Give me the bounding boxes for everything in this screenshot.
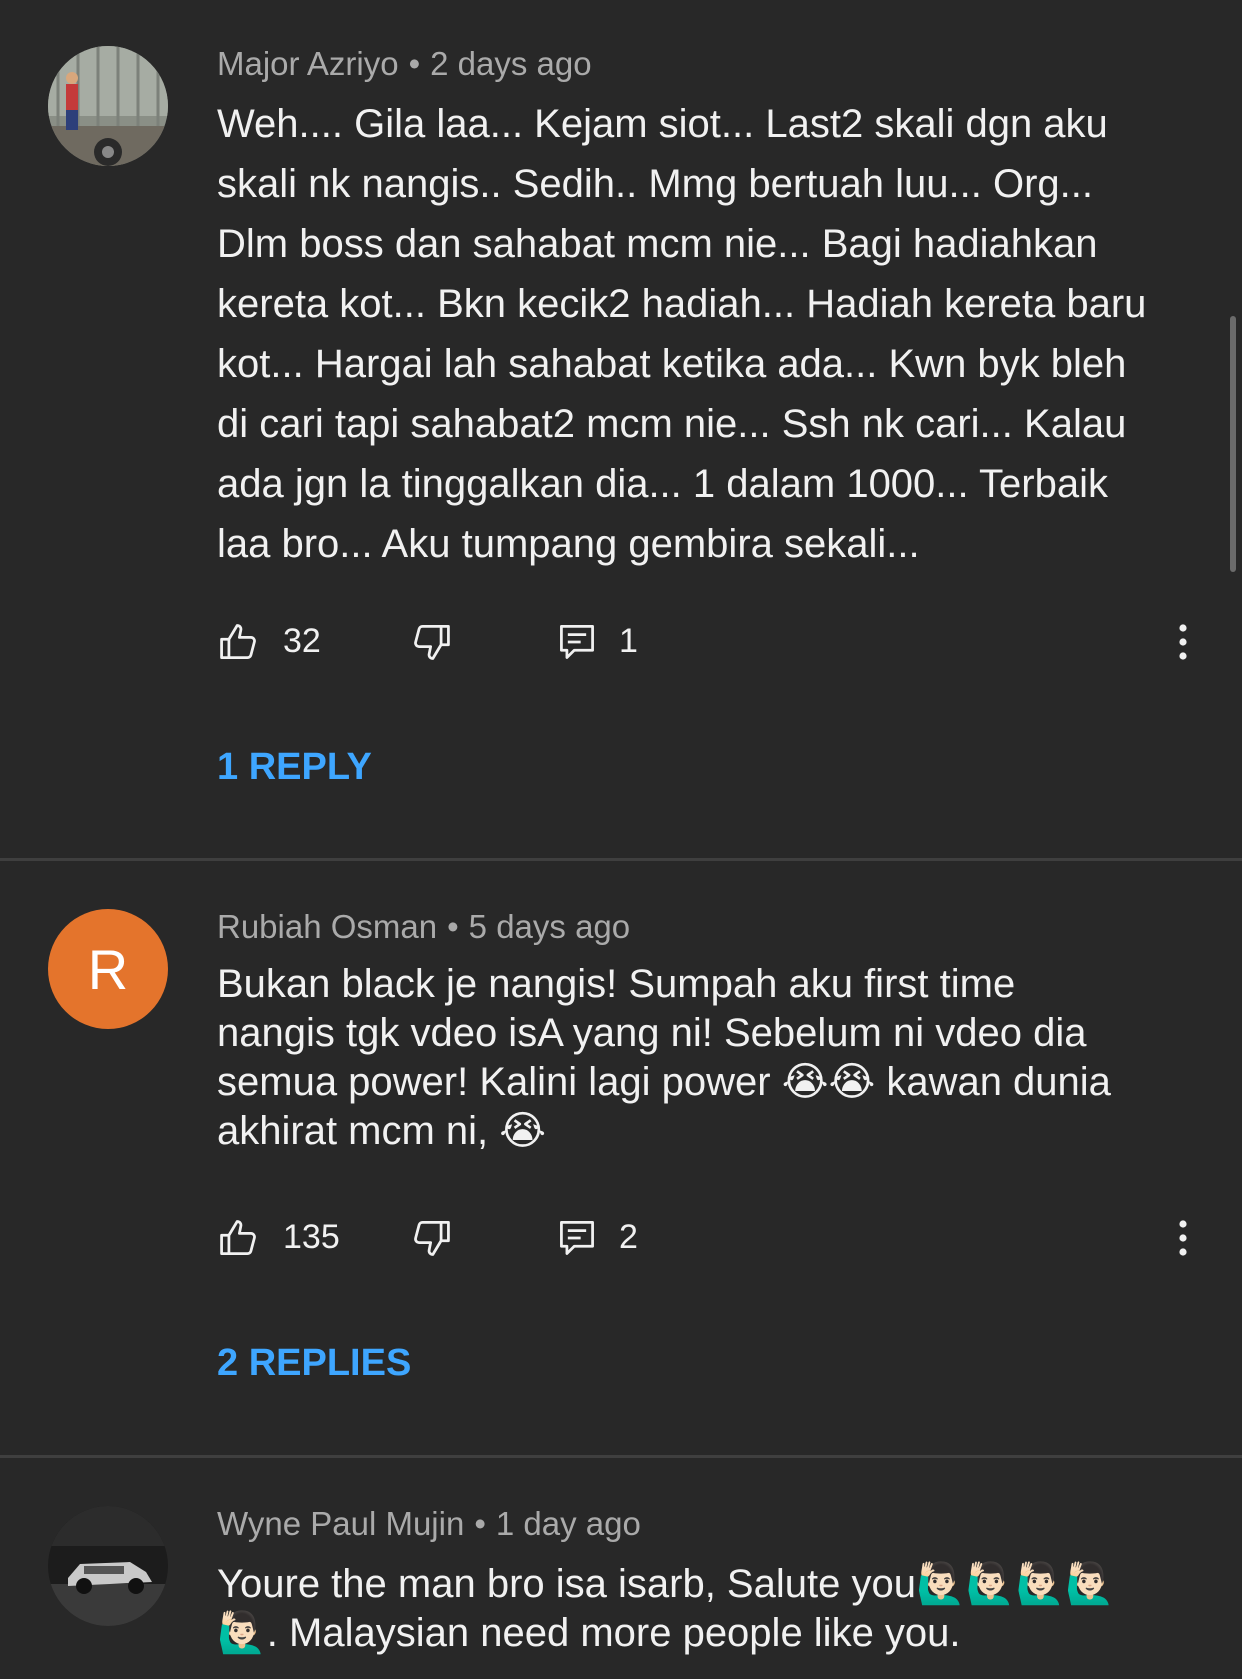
avatar-wyne-paul-mujin[interactable] [48,1506,168,1626]
separator-dot: • [474,1505,486,1542]
comment-reply-icon[interactable] [555,620,599,664]
comment-time: 5 days ago [468,908,631,945]
avatar-photo [48,1506,168,1626]
separator-dot: • [408,45,421,82]
view-replies-link[interactable]: 2 REPLIES [217,1342,411,1385]
comment-divider [0,1455,1242,1458]
thumbs-up-icon[interactable] [217,620,261,664]
comment-meta: Rubiah Osman • 5 days ago [217,908,630,946]
more-vertical-icon[interactable] [1173,1216,1193,1260]
author-name[interactable]: Rubiah Osman [217,908,437,945]
comment-reply-icon[interactable] [555,1216,599,1260]
author-name[interactable]: Major Azriyo [217,45,399,82]
comment-text: Youre the man bro isa isarb, Salute you🙋… [217,1562,1116,1655]
reply-count: 2 [619,1218,638,1256]
comment-actions: 32 1 [217,612,1207,672]
avatar-major-azriyo[interactable] [48,46,168,166]
thumbs-down-icon[interactable] [409,1216,453,1260]
avatar-rubiah-osman[interactable]: R [48,909,168,1029]
comment-meta: Major Azriyo • 2 days ago [217,45,592,83]
scrollbar[interactable] [1230,316,1236,572]
more-vertical-icon[interactable] [1173,620,1193,664]
thumbs-down-icon[interactable] [409,620,453,664]
comment-meta: Wyne Paul Mujin • 1 day ago [217,1505,641,1543]
comment-text: Bukan black je nangis! Sumpah aku first … [217,962,1111,1153]
like-count: 135 [283,1218,340,1256]
reply-count: 1 [619,622,638,660]
author-name[interactable]: Wyne Paul Mujin [217,1505,464,1542]
comment-time: 2 days ago [430,45,592,82]
thumbs-up-icon[interactable] [217,1216,261,1260]
comment-text: Weh.... Gila laa... Kejam siot... Last2 … [217,102,1147,566]
view-replies-link[interactable]: 1 REPLY [217,746,372,789]
comment-time: 1 day ago [495,1505,641,1542]
separator-dot: • [447,908,459,945]
like-count: 32 [283,622,321,660]
comment-divider [0,858,1242,861]
avatar-photo [48,46,168,166]
comment-actions: 135 2 [217,1208,1207,1268]
